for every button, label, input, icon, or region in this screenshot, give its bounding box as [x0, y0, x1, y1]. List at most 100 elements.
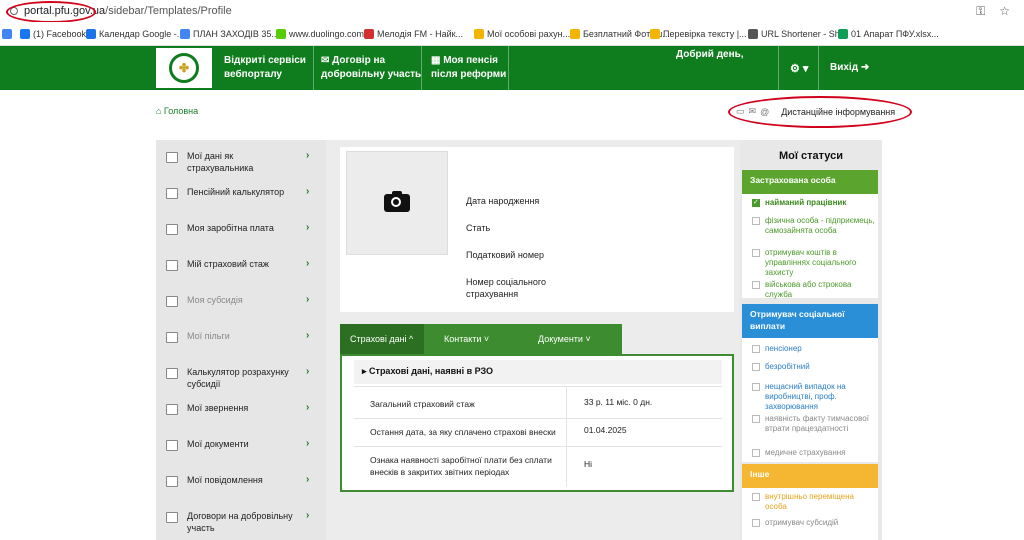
bookmark-icon: [2, 28, 12, 39]
camera-icon: [384, 191, 410, 212]
bookmark-item[interactable]: ПЛАН ЗАХОДІВ 35...: [180, 28, 287, 39]
status-label: наявність факту тимчасової втрати працез…: [765, 414, 869, 433]
sidebar-item[interactable]: Мої документи: [187, 438, 302, 450]
settings-gear-icon[interactable]: ⚙ ▾: [790, 62, 808, 75]
bookmark-label: ПЛАН ЗАХОДІВ 35...: [193, 28, 279, 39]
bookmark-item[interactable]: 01 Апарат ПФУ.xlsx...: [838, 28, 947, 39]
row-label-total-experience: Загальний страховий стаж: [370, 399, 475, 409]
tab-insurance-data[interactable]: Страхові дані ^: [340, 324, 424, 354]
status-group-header: Застрахована особа: [742, 170, 878, 194]
bookmark-item[interactable]: Календар Google -...: [86, 28, 192, 39]
insurance-heading-text: Страхові дані, наявні в РЗО: [369, 366, 494, 376]
bookmark-label: URL Shortener - Sh...: [761, 28, 848, 39]
row-value-unpaid-salary: Ні: [584, 459, 593, 469]
sidebar-item[interactable]: Калькулятор розрахунку субсидії: [187, 366, 302, 390]
bookmark-label: 01 Апарат ПФУ.xlsx...: [851, 28, 939, 39]
sidebar-item[interactable]: Мій страховий стаж: [187, 258, 302, 270]
nav-voluntary-contract[interactable]: ✉ Договір на добровільну участь: [321, 54, 421, 82]
sidebar-item-icon: [166, 152, 178, 163]
sidebar-item-icon: [166, 332, 178, 343]
bookmark-label: Перевірка тексту |...: [663, 28, 747, 39]
sidebar-item-icon: [166, 296, 178, 307]
insurance-heading[interactable]: ▸ Страхові дані, наявні в РЗО: [354, 360, 722, 384]
tab-documents[interactable]: Документи ˅: [518, 324, 591, 354]
status-checkbox[interactable]: [752, 217, 760, 225]
chevron-right-icon: ›: [306, 330, 310, 341]
bookmark-item[interactable]: Мелодія FM - Найк...: [364, 28, 471, 39]
greeting: Добрий день,: [676, 49, 744, 60]
bookmark-label: Календар Google -...: [99, 28, 185, 39]
row-divider: [354, 446, 722, 447]
profile-photo[interactable]: [346, 151, 448, 255]
sidebar-item-icon: [166, 404, 178, 415]
logout-button[interactable]: Вихід ➜: [830, 62, 869, 73]
status-label: фізична особа - підприємець, самозайнята…: [765, 216, 875, 235]
chevron-right-icon: ›: [306, 150, 310, 161]
status-checkbox[interactable]: [752, 449, 760, 457]
status-checkbox[interactable]: [752, 345, 760, 353]
status-checkbox[interactable]: [752, 249, 760, 257]
sidebar-item-icon: [166, 260, 178, 271]
tab-contacts[interactable]: Контакти ˅: [424, 324, 518, 354]
nav-open-services[interactable]: Відкриті сервіси вебпорталу: [224, 54, 306, 82]
status-label: внутрішньо переміщена особа: [765, 492, 854, 511]
status-label: найманий працівник: [765, 198, 847, 207]
breadcrumb-home[interactable]: ⌂ Головна: [156, 106, 198, 116]
sidebar-item[interactable]: Договори на добровільну участь: [187, 510, 302, 534]
pfu-logo[interactable]: ✤: [156, 48, 212, 88]
bookmark-item[interactable]: www.duolingo.com: [276, 28, 372, 39]
bookmark-label: Мої особові рахун...: [487, 28, 571, 39]
sidebar-item-icon: [166, 368, 178, 379]
status-label: безробітний: [765, 362, 810, 371]
field-birthdate: Дата народження: [466, 196, 540, 206]
status-checkbox[interactable]: [752, 519, 760, 527]
bookmark-item[interactable]: Перевірка тексту |...: [650, 28, 755, 39]
chevron-right-icon: ›: [306, 294, 310, 305]
status-checkbox[interactable]: [752, 363, 760, 371]
nav-divider: [818, 46, 819, 90]
nav-label: добровільну участь: [321, 69, 422, 80]
nav-divider: [778, 46, 779, 90]
row-divider: [354, 418, 722, 419]
chevron-right-icon: ›: [306, 258, 310, 269]
bookmark-icon: [838, 28, 848, 39]
status-checkbox[interactable]: [752, 198, 760, 207]
status-label: отримувач субсидій: [765, 518, 839, 527]
chevron-right-icon: ›: [306, 510, 310, 521]
sidebar-item[interactable]: Мої дані як страхувальника: [187, 150, 302, 174]
sidebar-item[interactable]: Моя заробітна плата: [187, 222, 302, 234]
nav-label: після реформи: [431, 69, 507, 80]
address-bar[interactable]: portal.pfu.gov.ua/sidebar/Templates/Prof…: [0, 0, 1024, 22]
sidebar-item-icon: [166, 440, 178, 451]
bookmark-icon: [20, 28, 30, 39]
field-social-number: Номер соціального страхування: [466, 277, 546, 299]
status-checkbox[interactable]: [752, 383, 760, 391]
status-checkbox[interactable]: [752, 493, 760, 501]
bookmark-item[interactable]: (1) Facebook: [20, 28, 94, 39]
sidebar-item[interactable]: Мої звернення: [187, 402, 302, 414]
chevron-right-icon: ›: [306, 474, 310, 485]
sidebar-item[interactable]: Мої повідомлення: [187, 474, 302, 486]
sidebar-item[interactable]: Пенсійний калькулятор: [187, 186, 302, 198]
bookmark-item[interactable]: Мої особові рахун...: [474, 28, 578, 39]
url-path: /sidebar/Templates/Profile: [105, 5, 232, 17]
key-icon[interactable]: ⚿: [976, 4, 985, 19]
bookmark-icon: [748, 28, 758, 39]
bookmark-icon: [276, 28, 286, 39]
sidebar-item[interactable]: Моя субсидія: [187, 294, 302, 306]
sidebar-item-icon: [166, 512, 178, 523]
highlight-ellipse-url: [6, 1, 96, 23]
chevron-right-icon: ›: [306, 366, 310, 377]
column-divider: [566, 386, 567, 486]
status-group-header: Інше: [742, 464, 878, 488]
star-icon[interactable]: ☆: [999, 4, 1010, 19]
sidebar: Мої дані як страхувальника › Пенсійний кал…: [156, 140, 326, 540]
status-checkbox[interactable]: [752, 415, 760, 423]
status-checkbox[interactable]: [752, 281, 760, 289]
sidebar-item[interactable]: Мої пільги: [187, 330, 302, 342]
nav-label: ▦ Моя пенсія: [431, 55, 498, 66]
bookmark-icon: [570, 28, 580, 39]
nav-my-pension[interactable]: ▦ Моя пенсія після реформи: [431, 54, 506, 82]
nav-divider: [421, 46, 422, 90]
status-label: військова або строкова служба: [765, 280, 852, 299]
